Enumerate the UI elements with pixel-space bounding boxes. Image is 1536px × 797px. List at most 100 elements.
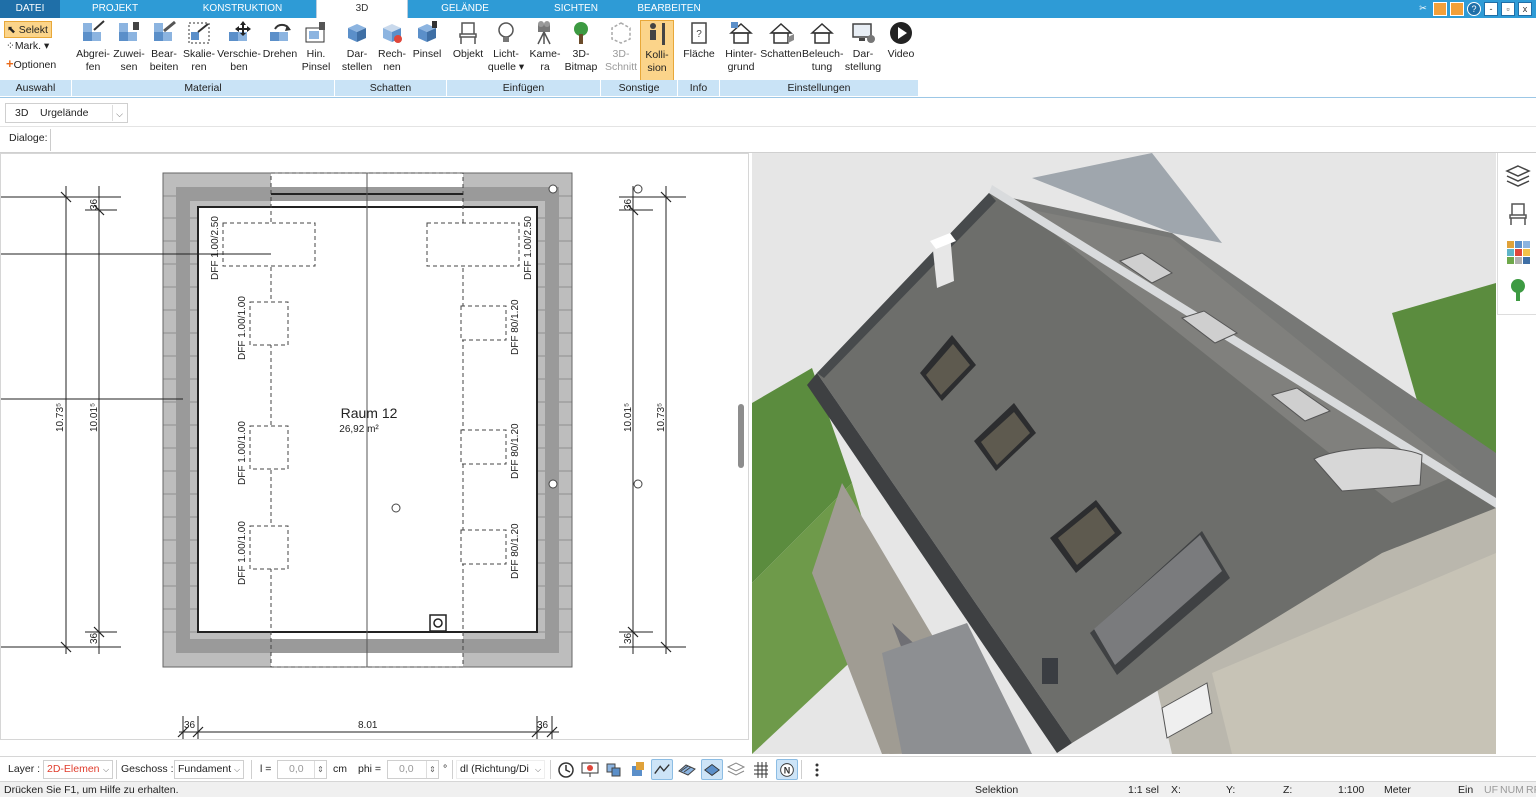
window-arrange-icon[interactable] [1433, 2, 1447, 16]
schatten-rechnen-button[interactable]: Rech-nen [376, 20, 408, 84]
kollision-button[interactable]: Kolli-sion [640, 20, 674, 84]
tools-icon[interactable]: ✂ [1416, 2, 1430, 16]
group-info: Info [678, 80, 720, 96]
length-input[interactable]: 0,0 ⇕ [277, 760, 327, 779]
stepper-icon[interactable]: ⇕ [314, 761, 326, 778]
tab-datei[interactable]: DATEI [0, 0, 60, 18]
plus-icon: + [6, 56, 14, 71]
clock-icon[interactable] [555, 759, 577, 780]
window-tile-icon[interactable] [1450, 2, 1464, 16]
abgreifen-button[interactable]: Abgrei-fen [74, 20, 112, 84]
status-rf: RF [1526, 784, 1536, 796]
floor-plan-view[interactable]: Raum 12 26,92 m² DFF 1.00/2.50 DFF 1.00/… [0, 153, 749, 740]
phi-label: phi = [358, 763, 382, 775]
status-z: Z: [1283, 784, 1293, 796]
geschoss-select[interactable]: Fundament ⌵ [174, 760, 244, 779]
layer-label: Layer : [8, 763, 41, 775]
optionen-button[interactable]: +Optionen [4, 55, 68, 72]
group-einfuegen: Einfügen [447, 80, 601, 96]
mark-button[interactable]: ⁘Mark. ▾ [4, 38, 68, 55]
3d-view[interactable] [752, 153, 1496, 754]
calc-shadow-icon [383, 24, 402, 43]
view-toolbar: 3D Urgelände ⌵ [0, 99, 1536, 127]
group-schatten: Schatten [335, 80, 447, 96]
material-palette-icon[interactable] [1505, 239, 1531, 265]
flaeche-button[interactable]: ? Fläche [680, 20, 718, 84]
group-einstellungen: Einstellungen [720, 80, 919, 96]
svg-text:N: N [784, 766, 791, 776]
help-icon[interactable]: ? [1467, 2, 1481, 16]
geschoss-value: Fundament [178, 763, 232, 775]
verschieben-button[interactable]: Verschie-ben [216, 20, 262, 84]
pipette-icon [83, 20, 105, 41]
dimension-label: 36 [89, 198, 100, 210]
window-label: DFF 1.00/2.50 [210, 216, 221, 280]
app-window: DATEI PROJEKT KONSTRUKTION 3D GELÄNDE SI… [0, 0, 1536, 797]
present-screen-icon[interactable] [579, 759, 601, 780]
tree-icon[interactable] [1505, 277, 1531, 303]
dimension-label: 10.73⁵ [55, 403, 66, 432]
direction-select[interactable]: dl (Richtung/Di ⌵ [456, 760, 545, 779]
minimize-button[interactable]: - [1484, 2, 1498, 16]
dimension-label: 10.01⁵ [623, 403, 634, 432]
skalieren-button[interactable]: Skalie-ren [182, 20, 216, 84]
close-button[interactable]: x [1518, 2, 1532, 16]
status-bar: Drücken Sie F1, um Hilfe zu erhalten. Se… [0, 781, 1536, 797]
tab-bearbeiten[interactable]: BEARBEITEN [628, 0, 710, 18]
video-button[interactable]: Video [884, 20, 918, 84]
hintergrund-button[interactable]: Hinter-grund [722, 20, 760, 84]
tab-3d[interactable]: 3D [316, 0, 408, 18]
plane-view-icon[interactable] [701, 759, 723, 780]
schatten-button[interactable]: Schatten [760, 20, 802, 84]
tab-gelaende[interactable]: GELÄNDE [420, 0, 510, 18]
divider [801, 760, 802, 779]
roof-view-icon[interactable] [651, 759, 673, 780]
layers-icon[interactable] [1505, 163, 1531, 189]
drehen-button[interactable]: Drehen [262, 20, 298, 84]
stepper-icon[interactable]: ⇕ [426, 761, 438, 778]
beleuchtung-button[interactable]: Beleuch-tung [802, 20, 843, 84]
status-unit: Meter [1384, 784, 1411, 796]
layer-value: 2D-Elemen [47, 763, 100, 775]
3d-objects-icon[interactable] [627, 759, 649, 780]
zuweisen-button[interactable]: Zuwei-sen [112, 20, 146, 84]
dimension-label: 10.01⁵ [89, 403, 100, 432]
schatten-darstellen-button[interactable]: Dar-stellen [338, 20, 376, 84]
hin-pinsel-button[interactable]: Hin. Pinsel [298, 20, 334, 84]
svg-text:?: ? [696, 29, 702, 40]
grid-icon[interactable] [750, 759, 772, 780]
selekt-button[interactable]: ⬉ Selekt [4, 21, 52, 38]
tab-projekt[interactable]: PROJEKT [70, 0, 160, 18]
restore-button[interactable]: ▫ [1501, 2, 1515, 16]
status-help: Drücken Sie F1, um Hilfe zu erhalten. [4, 784, 179, 796]
tab-sichten[interactable]: SICHTEN [535, 0, 617, 18]
phi-input[interactable]: 0,0 ⇕ [387, 760, 439, 779]
shadow-cube-icon [348, 24, 366, 42]
3d-walk-icon[interactable] [603, 759, 625, 780]
kamera-button[interactable]: Kame-ra [526, 20, 564, 84]
layer-select[interactable]: 2D-Elemen ⌵ [43, 760, 113, 779]
bearbeiten-button[interactable]: Bear-beiten [146, 20, 182, 84]
chair-icon[interactable] [1505, 201, 1531, 227]
hatch-icon[interactable] [676, 759, 698, 780]
schatten-pinsel-button[interactable]: Pinsel [408, 20, 446, 84]
chair-icon [459, 22, 477, 44]
snap-n-icon[interactable]: N [776, 759, 798, 780]
3d-schnitt-button[interactable]: 3D- Schnitt [603, 20, 639, 84]
dimension-label: 8.01 [358, 720, 378, 731]
darstellung-button[interactable]: Dar-stellung [842, 20, 884, 84]
phi-value: 0,0 [399, 763, 414, 775]
terrain-select[interactable]: 3D Urgelände ⌵ [5, 103, 128, 123]
shadow-brush-icon [418, 21, 437, 42]
layers-stack-icon[interactable] [725, 759, 747, 780]
more-options-icon[interactable] [806, 759, 828, 780]
rotate-icon [270, 23, 291, 41]
lichtquelle-button[interactable]: Licht-quelle ▾ [486, 20, 526, 84]
3d-bitmap-button[interactable]: 3D- Bitmap [564, 20, 598, 84]
object-palette [1497, 153, 1536, 315]
tab-konstruktion[interactable]: KONSTRUKTION [180, 0, 305, 18]
mark-icon: ⁘ [6, 40, 15, 52]
objekt-button[interactable]: Objekt [450, 20, 486, 84]
window-label: DFF 1.00/1.00 [237, 521, 248, 585]
vertical-scrollbar[interactable] [738, 404, 744, 468]
